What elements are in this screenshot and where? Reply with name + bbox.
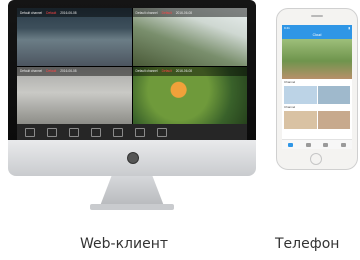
playback-icon[interactable]: [113, 127, 123, 137]
web-client-caption: Web-клиент: [80, 236, 168, 252]
camera-tile-bar: Default channel Default 2016-06-08: [132, 66, 247, 76]
record-icon[interactable]: [91, 127, 101, 137]
playback-icon[interactable]: [305, 142, 311, 147]
home-button[interactable]: [310, 153, 322, 165]
camera-status: Default: [46, 69, 57, 73]
monitor-stand: [100, 176, 164, 206]
camera-thumbnail[interactable]: [317, 111, 350, 129]
web-client-toolbar: [17, 124, 247, 140]
grid-icon[interactable]: [47, 127, 57, 137]
status-time: 9:41: [284, 26, 290, 30]
camera-tile-bar: Default channel Default 2016-06-08: [17, 8, 132, 17]
hero-image[interactable]: [282, 39, 352, 79]
fullscreen-icon[interactable]: [157, 127, 167, 137]
camera-grid: Default channel Default 2016-06-08 Defau…: [17, 8, 247, 124]
home-icon[interactable]: [25, 127, 35, 137]
speaker-grill: [311, 15, 323, 17]
camera-tile-2[interactable]: Default channel Default 2016-06-08: [132, 8, 247, 66]
thumbnail-row: [282, 111, 352, 129]
camera-tile-3[interactable]: Default channel Default 2016-06-08: [17, 66, 132, 124]
camera-name: Default channel: [20, 10, 43, 15]
tab-bar: [282, 139, 352, 149]
camera-name: Default channel: [20, 69, 43, 73]
camera-tile-1[interactable]: Default channel Default 2016-06-08: [17, 8, 132, 66]
nav-bar: Cloud: [282, 31, 352, 39]
camera-thumbnail[interactable]: [284, 86, 317, 104]
camera-status: Default: [161, 10, 172, 15]
camera-status: Default: [161, 69, 172, 73]
monitor-stand-base: [90, 204, 174, 210]
settings-icon[interactable]: [135, 127, 145, 137]
camera-tile-4[interactable]: Default channel Default 2016-06-08: [132, 66, 247, 124]
camera-time: 2016-06-08: [60, 10, 77, 15]
me-icon[interactable]: [340, 142, 346, 147]
apple-logo-icon: [127, 152, 139, 164]
camera-name: Default channel: [135, 10, 158, 15]
camera-tile-bar: Default channel Default 2016-06-08: [17, 66, 132, 76]
folder-icon[interactable]: [69, 127, 79, 137]
camera-status: Default: [46, 10, 57, 15]
web-client-screen: Default channel Default 2016-06-08 Defau…: [17, 8, 247, 140]
camera-name: Default channel: [135, 69, 158, 73]
nav-title: Cloud: [312, 33, 322, 37]
smartphone: 9:41 ▮ Cloud Channel Channel: [276, 8, 358, 170]
thumbnail-row: [282, 86, 352, 104]
camera-thumbnail[interactable]: [317, 86, 350, 104]
camera-tile-bar: Default channel Default 2016-06-08: [132, 8, 247, 17]
camera-time: 2016-06-08: [60, 69, 77, 73]
section-label: Channel: [284, 80, 296, 84]
files-icon[interactable]: [323, 142, 329, 147]
battery-icon: ▮: [348, 26, 350, 30]
camera-time: 2016-06-08: [175, 10, 193, 15]
camera-time: 2016-06-08: [175, 69, 193, 73]
live-icon[interactable]: [288, 142, 294, 147]
camera-thumbnail[interactable]: [284, 111, 317, 129]
mobile-app-screen: 9:41 ▮ Cloud Channel Channel: [282, 25, 352, 149]
section-label: Channel: [284, 105, 296, 109]
phone-caption: Телефон: [275, 236, 340, 252]
imac-computer: Default channel Default 2016-06-08 Defau…: [8, 0, 256, 212]
